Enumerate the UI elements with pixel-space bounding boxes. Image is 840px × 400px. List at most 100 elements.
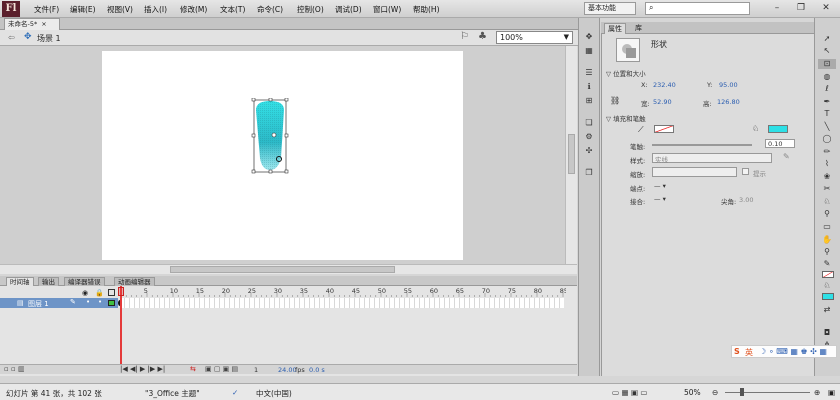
menu-debug[interactable]: 调试(D) (335, 4, 362, 15)
color-panel-icon[interactable]: ✥ (580, 32, 598, 42)
view-mode-icons[interactable]: ▭ ▦ ▣ ▭ (612, 388, 648, 397)
zoom-out-button[interactable]: ⊖ (712, 388, 718, 397)
text-tool-icon[interactable]: T (818, 109, 836, 119)
section-position-size[interactable]: ▽ 位置和大小 (606, 68, 646, 78)
hint-checkbox[interactable] (742, 168, 749, 175)
playhead-handle[interactable] (118, 287, 124, 296)
zoom-slider[interactable] (725, 392, 810, 393)
join-select[interactable]: — ▾ (654, 195, 666, 203)
close-button[interactable]: ✕ (819, 2, 833, 15)
3d-rotation-tool-icon[interactable]: ◍ (818, 72, 836, 82)
playback-controls[interactable]: |◀ ◀| ▶ |▶ ▶| (120, 365, 165, 373)
tab-timeline[interactable]: 时间轴 (6, 277, 34, 286)
zoom-slider-thumb[interactable] (740, 388, 744, 396)
tab-output[interactable]: 输出 (38, 277, 59, 286)
miter-value[interactable]: 3.00 (739, 196, 753, 204)
visibility-dot-icon[interactable]: • (86, 298, 90, 306)
zoom-select[interactable]: 100% ▼ (496, 31, 573, 44)
section-fill-stroke[interactable]: ▽ 填充和笔触 (606, 113, 646, 123)
style-select[interactable]: 实线 (652, 153, 772, 164)
workspace-switcher[interactable]: 基本功能 (584, 2, 636, 15)
tab-compiler-errors[interactable]: 编译器错误 (64, 277, 105, 286)
bone-tool-icon[interactable]: ✂ (818, 184, 836, 194)
free-transform-tool-icon[interactable]: ⊡ (818, 59, 836, 69)
motion-presets-icon[interactable]: ✣ (580, 146, 598, 156)
fill-color-swatch[interactable] (768, 125, 788, 133)
stroke-value[interactable]: 0.10 (765, 139, 795, 148)
hand-tool-icon[interactable]: ✋ (818, 235, 836, 245)
brush-tool-icon[interactable]: ⌇ (818, 159, 836, 169)
menu-help[interactable]: 帮助(H) (413, 4, 440, 15)
menu-modify[interactable]: 修改(M) (180, 4, 207, 15)
document-tab[interactable]: 未命名-5* × (4, 18, 60, 30)
outline-icon[interactable] (108, 289, 115, 296)
zoom-tool-icon[interactable]: ⚲ (818, 247, 836, 257)
fill-color-tool-swatch[interactable] (822, 293, 834, 300)
tab-motion-editor[interactable]: 动画编辑器 (114, 277, 155, 286)
swap-colors-icon[interactable]: ⇄ (818, 305, 836, 315)
height-value[interactable]: 126.80 (717, 98, 740, 106)
lock-dot-icon[interactable]: • (98, 298, 102, 306)
stroke-slider[interactable] (652, 144, 752, 146)
horizontal-scroll-thumb[interactable] (170, 266, 395, 273)
transform-icon[interactable]: ⊞ (580, 96, 598, 106)
y-value[interactable]: 95.00 (719, 81, 738, 89)
line-tool-icon[interactable]: ╲ (818, 122, 836, 132)
ime-mode-label[interactable]: 英 (745, 347, 753, 358)
info-icon[interactable]: ℹ (580, 82, 598, 92)
edit-style-icon[interactable]: ✎ (783, 152, 790, 161)
eyedropper-tool-icon[interactable]: ⚲ (818, 209, 836, 219)
object-drawing-icon[interactable]: ◘ (818, 328, 836, 338)
project-icon[interactable]: ❐ (580, 168, 598, 178)
tab-library[interactable]: 库 (632, 23, 645, 34)
components-icon[interactable]: ⚙ (580, 132, 598, 142)
fill-color-tool-icon[interactable]: ♘ (818, 281, 836, 291)
stage-horizontal-scrollbar[interactable] (0, 264, 577, 274)
zoom-in-button[interactable]: ⊕ (814, 388, 820, 397)
onion-skin-icons[interactable]: ▣ ▢ ▣ ▤ (205, 365, 238, 373)
menu-view[interactable]: 视图(V) (107, 4, 133, 15)
stroke-color-tool-icon[interactable]: ✎ (818, 259, 836, 269)
oval-tool-icon[interactable]: ◯ (818, 134, 836, 144)
frame-rate-value[interactable]: 24.00 (278, 366, 297, 374)
close-tab-icon[interactable]: × (41, 20, 46, 28)
spellcheck-icon[interactable]: ✓ (232, 388, 238, 397)
vertical-scroll-thumb[interactable] (568, 134, 575, 174)
new-layer-icon[interactable]: ▫ ▫ ▥ (4, 365, 25, 373)
menu-insert[interactable]: 插入(I) (144, 4, 167, 15)
fit-window-icon[interactable]: ▣ (828, 388, 835, 397)
pencil-tool-icon[interactable]: ✏ (818, 147, 836, 157)
swatches-icon[interactable]: ▦ (580, 46, 598, 56)
loop-icon[interactable]: ⇆ (190, 365, 196, 373)
selection-tool-icon[interactable]: ➚ (818, 34, 836, 44)
menu-window[interactable]: 窗口(W) (373, 4, 401, 15)
pen-tool-icon[interactable]: ✒ (818, 97, 836, 107)
frames-row[interactable] (120, 298, 564, 308)
ime-tools-icon[interactable]: ☽ ∘ ⌨ ▦ ♚ ✣ ▦ (759, 347, 827, 356)
ime-toolbar[interactable]: S 英 ☽ ∘ ⌨ ▦ ♚ ✣ ▦ (731, 345, 837, 358)
x-value[interactable]: 232.40 (653, 81, 676, 89)
width-value[interactable]: 52.90 (653, 98, 672, 106)
stage-vertical-scrollbar[interactable] (565, 46, 577, 264)
outline-color-swatch[interactable] (108, 300, 115, 306)
link-icon[interactable]: ⛓ (610, 96, 620, 105)
menu-file[interactable]: 文件(F) (34, 4, 59, 15)
edit-scene-icon[interactable]: ⚐ (460, 31, 469, 42)
stroke-color-tool-swatch[interactable] (822, 271, 834, 278)
frame-ruler[interactable]: 5 10 15 20 25 30 35 40 45 50 55 60 65 70 75 80 85 (120, 286, 566, 298)
lasso-tool-icon[interactable]: ℓ (818, 84, 836, 94)
tab-properties[interactable]: 属性 (604, 23, 626, 34)
pencil-icon[interactable]: ✎ (70, 298, 76, 306)
cap-select[interactable]: — ▾ (654, 182, 666, 190)
menu-text[interactable]: 文本(T) (220, 4, 245, 15)
deco-tool-icon[interactable]: ❀ (818, 172, 836, 182)
menu-control[interactable]: 控制(O) (297, 4, 324, 15)
menu-commands[interactable]: 命令(C) (257, 4, 283, 15)
paint-bucket-tool-icon[interactable]: ♘ (818, 197, 836, 207)
layer-row[interactable]: ▤ 图层 1 ✎ • • (0, 298, 118, 308)
minimize-button[interactable]: – (770, 2, 784, 15)
code-snippets-icon[interactable]: ❏ (580, 118, 598, 128)
menu-edit[interactable]: 编辑(E) (70, 4, 96, 15)
align-icon[interactable]: ☰ (580, 68, 598, 78)
scale-select[interactable] (652, 167, 737, 177)
